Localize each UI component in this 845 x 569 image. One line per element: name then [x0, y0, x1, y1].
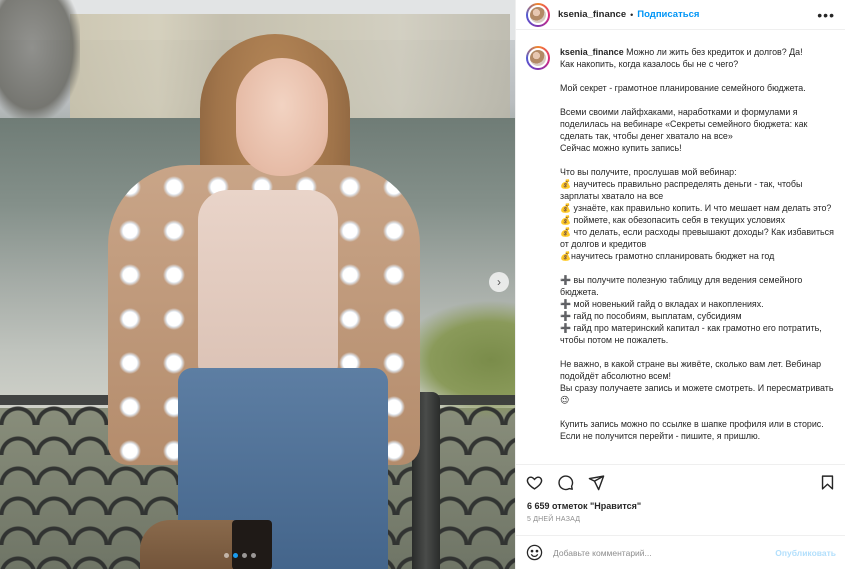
caption-avatar[interactable] [526, 46, 550, 70]
comment-input[interactable] [553, 547, 763, 558]
carousel-dot [233, 553, 238, 558]
carousel-dot [242, 553, 247, 558]
caption-username[interactable]: ksenia_finance [560, 47, 624, 57]
share-icon[interactable] [588, 474, 605, 491]
publish-button[interactable]: Опубликовать [775, 548, 836, 558]
photo-phone [232, 520, 272, 569]
follow-button[interactable]: Подписаться [637, 9, 699, 20]
header-username[interactable]: ksenia_finance [558, 9, 626, 20]
photo-woman-face [236, 58, 328, 176]
more-options-icon[interactable]: ••• [817, 7, 835, 23]
post-date[interactable]: 5 ДНЕЙ НАЗАД [527, 516, 580, 523]
bookmark-icon[interactable] [819, 474, 836, 491]
comment-icon[interactable] [557, 474, 574, 491]
emoji-icon[interactable] [526, 544, 543, 561]
caption-area[interactable]: ksenia_finance Можно ли жить без кредито… [516, 31, 845, 461]
carousel-indicator [224, 553, 256, 558]
chevron-right-icon: › [497, 275, 501, 289]
carousel-dot [224, 553, 229, 558]
post-caption: ksenia_finance Можно ли жить без кредито… [560, 46, 834, 461]
post-photo[interactable]: › [0, 0, 515, 569]
caption-text: Можно ли жить без кредиток и долгов? Да!… [560, 47, 834, 441]
post-actions [516, 464, 845, 500]
post-header: ksenia_finance • Подписаться ••• [516, 0, 845, 30]
avatar[interactable] [526, 2, 550, 27]
add-comment-bar: Опубликовать [516, 535, 845, 569]
carousel-next-button[interactable]: › [489, 272, 509, 292]
separator-dot: • [630, 9, 634, 20]
photo-trees [0, 0, 80, 120]
carousel-dot [251, 553, 256, 558]
post-side-panel: ksenia_finance • Подписаться ••• ksenia_… [515, 0, 845, 569]
photo-sweater [198, 190, 338, 375]
heart-icon[interactable] [526, 474, 543, 491]
likes-count[interactable]: 6 659 отметок "Нравится" [527, 501, 641, 511]
